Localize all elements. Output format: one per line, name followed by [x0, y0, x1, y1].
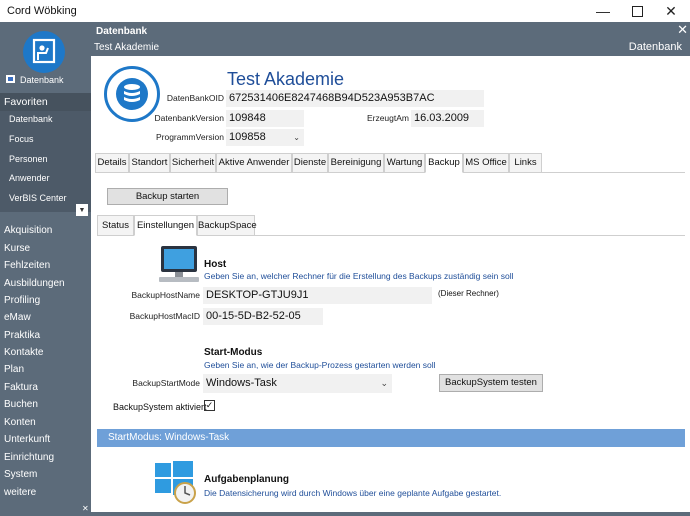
- tab-backup[interactable]: Backup: [425, 153, 463, 173]
- active-checkbox-label: BackupSystem aktiviert: [113, 402, 207, 412]
- host-name-label: BackupHostName: [131, 290, 200, 300]
- tab-aktive-anwender[interactable]: Aktive Anwender: [216, 153, 292, 173]
- created-field[interactable]: 16.03.2009: [411, 110, 484, 127]
- computer-icon: [155, 244, 201, 284]
- bottom-frame: [91, 512, 690, 516]
- favorites-header[interactable]: Favoriten: [0, 93, 91, 111]
- fav-item-verbis-center[interactable]: VerBIS Center: [9, 193, 74, 203]
- tab-links[interactable]: Links: [509, 153, 542, 173]
- sidebar: Datenbank Favoriten Datenbank Focus Pers…: [0, 22, 91, 516]
- fav-item-anwender[interactable]: Anwender: [9, 173, 89, 183]
- tab-ms-office[interactable]: MS Office: [463, 153, 509, 173]
- active-checkbox[interactable]: ✓: [204, 400, 215, 411]
- host-hint: Geben Sie an, welcher Rechner für die Er…: [204, 271, 514, 281]
- prog-version-select[interactable]: 109858 ⌄: [226, 129, 304, 146]
- nav-item-kurse[interactable]: Kurse: [4, 243, 95, 254]
- mode-select[interactable]: Windows-Task ⌄: [203, 374, 392, 393]
- fav-item-personen[interactable]: Personen: [9, 154, 89, 164]
- version-field[interactable]: 109848: [226, 110, 304, 127]
- version-label: DatenbankVersion: [154, 113, 224, 123]
- start-mode-band: StartModus: Windows-Task: [97, 429, 685, 447]
- fav-item-datenbank[interactable]: Datenbank: [9, 114, 89, 124]
- created-label: ErzeugtAm: [366, 113, 409, 123]
- nav-item-profiling[interactable]: Profiling: [4, 295, 95, 306]
- task-hint: Die Datensicherung wird durch Windows üb…: [204, 488, 502, 498]
- mode-label: BackupStartMode: [132, 378, 200, 388]
- nav-item-plan[interactable]: Plan: [4, 364, 95, 375]
- sidebar-db-label: Datenbank: [20, 75, 64, 85]
- favorites-scroll-down-icon[interactable]: ▼: [76, 204, 88, 216]
- windows-task-icon: [153, 459, 199, 505]
- band-text: StartModus: Windows-Task: [108, 432, 230, 443]
- mode-hint: Geben Sie an, wie der Backup-Prozess ges…: [204, 360, 436, 370]
- prog-version-label: ProgrammVersion: [155, 132, 224, 142]
- maximize-icon[interactable]: [620, 0, 654, 22]
- backup-start-button[interactable]: Backup starten: [107, 188, 228, 205]
- host-mac-field[interactable]: 00-15-5D-B2-52-05: [203, 308, 323, 325]
- module-title: Datenbank: [96, 26, 148, 37]
- subtab-einstellungen[interactable]: Einstellungen: [134, 215, 197, 236]
- task-section-title: Aufgabenplanung: [204, 474, 289, 485]
- minimize-icon[interactable]: —: [586, 0, 620, 22]
- nav-item-ausbildungen[interactable]: Ausbildungen: [4, 278, 95, 289]
- window-titlebar: Cord Wöbking — ✕: [0, 0, 690, 22]
- module-header: Datenbank Test Akademie Datenbank ✕: [91, 22, 690, 56]
- chevron-down-icon: ⌄: [380, 378, 388, 388]
- tab-bereinigung[interactable]: Bereinigung: [328, 153, 384, 173]
- nav-item-system[interactable]: System: [4, 469, 95, 480]
- fav-item-focus[interactable]: Focus: [9, 134, 89, 144]
- tab-wartung[interactable]: Wartung: [384, 153, 425, 173]
- tab-standort[interactable]: Standort: [129, 153, 170, 173]
- nav-item-unterkunft[interactable]: Unterkunft: [4, 434, 95, 445]
- host-name-field[interactable]: DESKTOP-GTJU9J1: [203, 287, 432, 304]
- nav-item-buchen[interactable]: Buchen: [4, 399, 95, 410]
- host-note: (Dieser Rechner): [438, 289, 499, 298]
- window-title: Cord Wöbking: [7, 5, 77, 17]
- nav-item-konten[interactable]: Konten: [4, 417, 95, 428]
- oid-field[interactable]: 672531406E8247468B94D523A953B7AC: [226, 90, 484, 107]
- subtab-backupspace[interactable]: BackupSpace: [197, 215, 257, 236]
- nav-item-praktika[interactable]: Praktika: [4, 330, 95, 341]
- tab-details[interactable]: Details: [95, 153, 129, 173]
- chevron-down-icon: ⌄: [293, 133, 300, 142]
- nav-item-kontakte[interactable]: Kontakte: [4, 347, 95, 358]
- oid-label: DatenBankOID: [166, 93, 224, 103]
- test-backup-system-button[interactable]: BackupSystem testen: [439, 374, 543, 392]
- sidebar-collapse-icon[interactable]: ✕: [82, 504, 89, 513]
- module-close-icon[interactable]: ✕: [677, 22, 688, 38]
- database-small-icon: [6, 75, 15, 83]
- nav-item-weitere[interactable]: weitere: [4, 487, 95, 498]
- nav-item-akquisition[interactable]: Akquisition: [4, 225, 95, 236]
- nav-item-einrichtung[interactable]: Einrichtung: [4, 452, 95, 463]
- nav-item-emaw[interactable]: eMaw: [4, 312, 95, 323]
- close-icon[interactable]: ✕: [654, 0, 688, 22]
- mode-section-title: Start-Modus: [204, 347, 263, 358]
- app-logo-icon: [23, 31, 65, 73]
- nav-item-fehlzeiten[interactable]: Fehlzeiten: [4, 260, 95, 271]
- subtab-status[interactable]: Status: [97, 215, 134, 236]
- host-mac-label: BackupHostMacID: [129, 311, 200, 321]
- tab-sicherheit[interactable]: Sicherheit: [170, 153, 216, 173]
- record-name: Test Akademie: [227, 69, 345, 89]
- nav-item-faktura[interactable]: Faktura: [4, 382, 95, 393]
- module-right-label: Datenbank: [628, 41, 682, 53]
- module-subtitle: Test Akademie: [94, 42, 160, 53]
- host-section-title: Host: [204, 259, 227, 270]
- tab-dienste[interactable]: Dienste: [292, 153, 328, 173]
